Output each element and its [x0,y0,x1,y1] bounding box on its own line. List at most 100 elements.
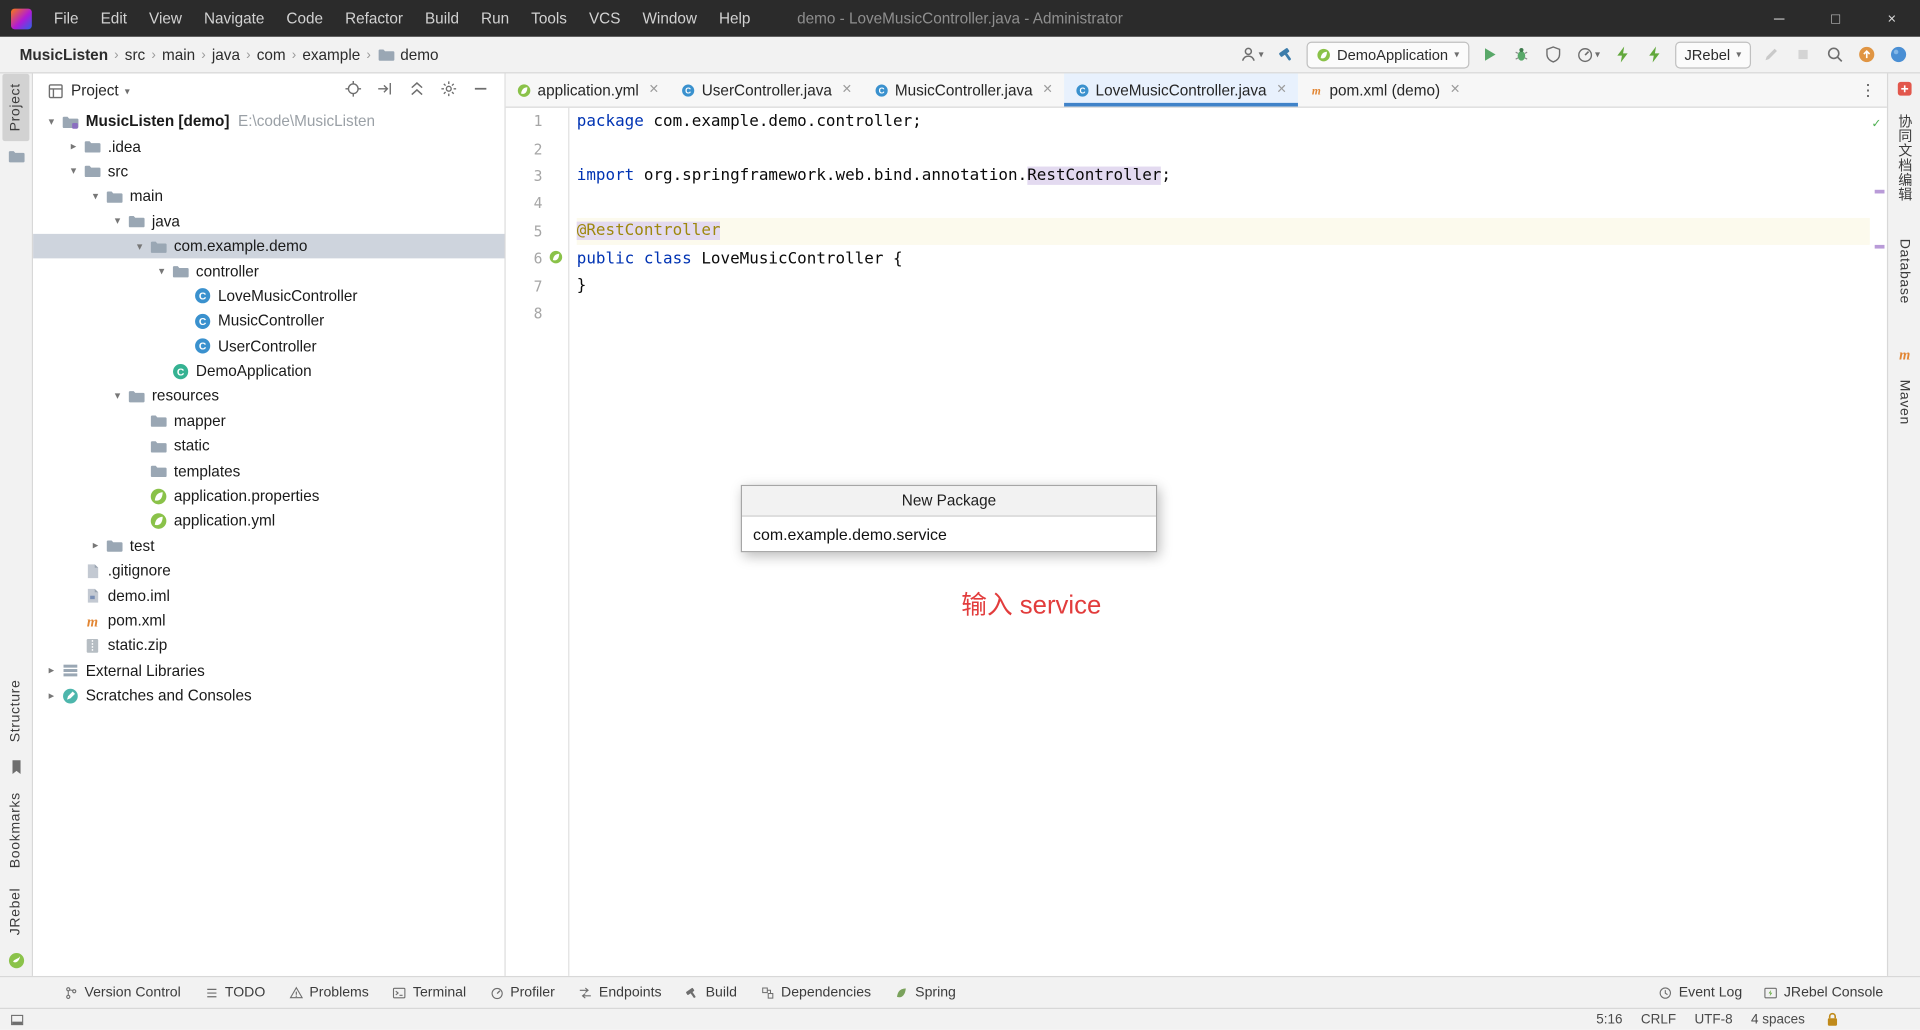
menu-vcs[interactable]: VCS [578,0,632,37]
tool-tab-bookmarks[interactable]: Bookmarks [2,783,29,879]
menu-run[interactable]: Run [470,0,520,37]
tree-item-external-libraries[interactable]: ▸ External Libraries [33,658,504,683]
close-button[interactable]: × [1864,0,1920,37]
line-number[interactable]: 6 [506,250,543,267]
tree-item-test[interactable]: ▸ test [33,533,504,558]
tool-tab-database[interactable]: Database [1891,229,1918,314]
jrebel-run[interactable] [1611,43,1634,66]
project-view-chevron-icon[interactable]: ▾ [125,85,130,96]
code-line-7[interactable]: } [577,272,1870,299]
line-number[interactable]: 3 [506,168,543,185]
maximize-button[interactable]: □ [1807,0,1863,37]
tree-item-musiclisten-demo-[interactable]: ▾ MusicListen [demo] E:\code\MusicListen [33,109,504,134]
breadcrumb-java[interactable]: java [208,46,243,63]
line-number[interactable]: 5 [506,223,543,240]
indent-style[interactable]: 4 spaces [1751,1012,1805,1027]
settings-button[interactable] [440,80,458,102]
tab-usercontroller.java[interactable]: C UserController.java ✕ [670,73,863,106]
tab-lovemusiccontroller.java[interactable]: C LoveMusicController.java ✕ [1063,73,1298,107]
tree-item-templates[interactable]: templates [33,459,504,484]
close-icon[interactable]: ✕ [649,83,659,96]
usage-mark-icon[interactable] [1874,189,1885,194]
toolwindow-todo[interactable]: TODO [204,985,265,1000]
menu-navigate[interactable]: Navigate [193,0,275,37]
tree-item-application.properties[interactable]: application.properties [33,484,504,509]
tool-tab-maven[interactable]: Maven [1891,370,1918,435]
toolwindow-profiler[interactable]: Profiler [489,985,555,1000]
tree-open-arrow-icon[interactable]: ▾ [86,190,106,203]
tree-closed-arrow-icon[interactable]: ▸ [64,140,84,153]
toggle-toolwindows-icon[interactable] [10,1012,25,1027]
breadcrumb-example[interactable]: example [299,46,364,63]
line-number[interactable]: 7 [506,277,543,294]
toolwindow-jrebel-console[interactable]: JRebel Console [1763,985,1883,1000]
code-line-1[interactable]: package com.example.demo.controller; [577,108,1870,135]
code-line-6[interactable]: public class LoveMusicController { [577,245,1870,272]
hide-button[interactable] [471,80,489,102]
notifications[interactable] [1887,43,1910,66]
tree-item-mapper[interactable]: mapper [33,409,504,434]
tree-item-java[interactable]: ▾ java [33,209,504,234]
file-encoding[interactable]: UTF-8 [1694,1012,1732,1027]
tree-item-resources[interactable]: ▾ resources [33,384,504,409]
locate-button[interactable] [344,80,362,102]
breadcrumb-src[interactable]: src [121,46,149,63]
toolwindow-endpoints[interactable]: Endpoints [578,985,662,1000]
tab-options-icon[interactable]: ⋮ [1860,73,1887,106]
tool-tab-project[interactable]: Project [2,73,30,142]
tree-closed-arrow-icon[interactable]: ▸ [42,689,62,702]
updates[interactable] [1855,43,1878,66]
code-line-2[interactable] [577,135,1870,162]
tab-pom.xml-demo-[interactable]: m pom.xml (demo) ✕ [1298,73,1471,106]
tree-item-pom.xml[interactable]: m pom.xml [33,608,504,633]
menu-help[interactable]: Help [708,0,762,37]
toolwindow-spring[interactable]: Spring [894,985,956,1000]
tree-item-demoapplication[interactable]: C DemoApplication [33,359,504,384]
editor[interactable]: 1 2 3 4 5 6 7 8 package com.example.demo.contro… [506,107,1887,976]
tree-open-arrow-icon[interactable]: ▾ [42,115,62,128]
line-number[interactable]: 8 [506,305,543,322]
tree-item-lovemusiccontroller[interactable]: C LoveMusicController [33,284,504,309]
jrebel-debug[interactable] [1643,43,1666,66]
tool-tab-structure[interactable]: Structure [2,670,29,752]
menu-refactor[interactable]: Refactor [334,0,414,37]
toolwindow-build[interactable]: Build [685,985,737,1000]
toolwindow-terminal[interactable]: Terminal [392,985,466,1000]
scroll-from-source-button[interactable] [376,80,394,102]
package-name-input[interactable]: com.example.demo.service [742,516,1156,552]
breadcrumb-main[interactable]: main [158,46,199,63]
tree-open-arrow-icon[interactable]: ▾ [108,215,128,228]
menu-edit[interactable]: Edit [90,0,138,37]
menu-window[interactable]: Window [631,0,707,37]
collapse-all-button[interactable] [408,80,426,102]
tree-item-application.yml[interactable]: application.yml [33,508,504,533]
tree-item-.gitignore[interactable]: .gitignore [33,558,504,583]
tree-item-demo.iml[interactable]: demo.iml [33,583,504,608]
close-icon[interactable]: ✕ [1450,83,1460,96]
tree-open-arrow-icon[interactable]: ▾ [152,265,172,278]
menu-view[interactable]: View [138,0,193,37]
toolwindow-version-control[interactable]: Version Control [64,985,181,1000]
edit-disabled[interactable] [1760,43,1783,66]
stop-disabled[interactable] [1791,43,1814,66]
tree-item-main[interactable]: ▾ main [33,184,504,209]
tree-item-com.example.demo[interactable]: ▾ com.example.demo [33,233,505,259]
tree-item-src[interactable]: ▾ src [33,159,504,184]
close-icon[interactable]: ✕ [1276,83,1286,96]
menu-tools[interactable]: Tools [520,0,578,37]
run-button[interactable] [1477,43,1500,66]
tree-item-static[interactable]: static [33,434,504,459]
tree-item-.idea[interactable]: ▸ .idea [33,134,504,159]
tree-item-scratches-and-consoles[interactable]: ▸ Scratches and Consoles [33,683,504,708]
tree-item-controller[interactable]: ▾ controller [33,259,504,284]
tree-open-arrow-icon[interactable]: ▾ [64,165,84,178]
build-project[interactable] [1275,43,1298,66]
line-separator[interactable]: CRLF [1641,1012,1676,1027]
run-configuration[interactable]: DemoApplication ▾ [1306,41,1469,68]
tool-tab-jrebel[interactable]: JRebel [2,878,29,945]
toolwindow-problems[interactable]: Problems [289,985,369,1000]
usage-mark-icon[interactable] [1874,244,1885,249]
tree-item-static.zip[interactable]: static.zip [33,633,504,658]
tree-item-musiccontroller[interactable]: C MusicController [33,309,504,334]
minimize-button[interactable]: ─ [1751,0,1807,37]
